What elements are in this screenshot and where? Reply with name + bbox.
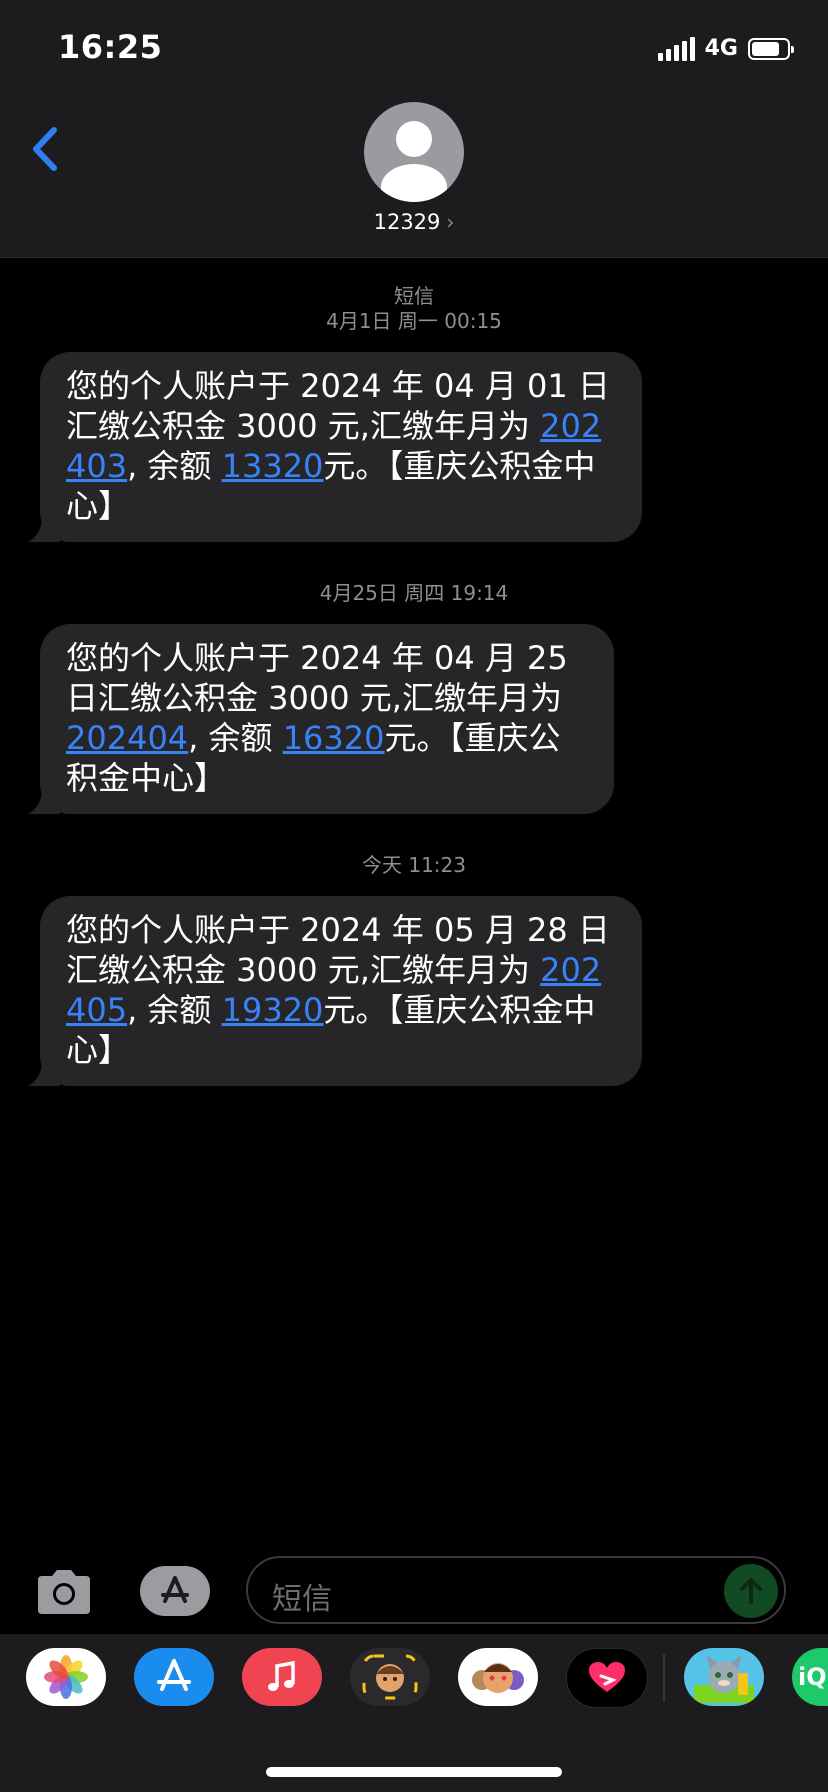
talking-tom-app[interactable] <box>684 1648 764 1706</box>
message-text: 您的个人账户于 2024 年 04 月 25 日汇缴公积金 3000 元,汇缴年… <box>66 639 568 717</box>
chevron-right-icon: › <box>446 210 455 234</box>
message-input-placeholder: 短信 <box>272 1582 332 1617</box>
number-link[interactable]: 19320 <box>222 991 324 1029</box>
contact-name-button[interactable]: 12329 › <box>0 210 828 234</box>
message-text: , 余额 <box>188 719 283 757</box>
tray-divider <box>663 1654 665 1702</box>
chevron-left-icon <box>33 127 57 171</box>
message-service-label: 短信 <box>394 284 434 308</box>
animoji-icon <box>472 1663 524 1693</box>
bubble-tail <box>28 788 60 814</box>
message-timestamp: 4月1日 周一 00:15 <box>326 309 502 333</box>
photos-app[interactable] <box>26 1648 106 1706</box>
message-composer: 短信 <box>0 1540 828 1628</box>
message-timestamp: 今天 11:23 <box>362 853 466 877</box>
memoji-icon <box>362 1654 418 1700</box>
contact-avatar[interactable] <box>364 102 464 202</box>
status-time: 16:25 <box>58 28 163 66</box>
talking-tom-icon <box>694 1655 754 1703</box>
iqiyi-icon: iQ <box>798 1663 827 1691</box>
message-text: , 余额 <box>127 447 222 485</box>
message-bubble[interactable]: 您的个人账户于 2024 年 05 月 28 日汇缴公积金 3000 元,汇缴年… <box>28 896 642 1086</box>
message-timestamp: 4月25日 周四 19:14 <box>319 581 509 605</box>
home-indicator[interactable] <box>266 1767 562 1777</box>
message-text: 您的个人账户于 2024 年 04 月 01 日汇缴公积金 3000 元,汇缴年… <box>66 367 610 445</box>
battery-icon <box>748 37 794 60</box>
digital-touch-icon <box>589 1662 625 1692</box>
message-bubble[interactable]: 您的个人账户于 2024 年 04 月 25 日汇缴公积金 3000 元,汇缴年… <box>28 624 614 814</box>
message-bubble[interactable]: 您的个人账户于 2024 年 04 月 01 日汇缴公积金 3000 元,汇缴年… <box>28 352 642 542</box>
music-app[interactable] <box>242 1648 322 1706</box>
network-type: 4G <box>704 36 738 61</box>
back-button[interactable] <box>30 126 60 176</box>
date-link[interactable]: 202404 <box>66 719 188 757</box>
message-text: 您的个人账户于 2024 年 05 月 28 日汇缴公积金 3000 元,汇缴年… <box>66 911 610 989</box>
music-icon <box>268 1660 295 1691</box>
message-text: , 余额 <box>127 991 222 1029</box>
photos-icon <box>44 1655 88 1699</box>
app-store-icon <box>157 1659 191 1691</box>
arrow-up-icon <box>740 1578 762 1604</box>
number-link[interactable]: 13320 <box>222 447 324 485</box>
conversation-header: 16:25 4G 12329 › <box>0 0 828 258</box>
contact-name: 12329 <box>373 210 441 234</box>
digital-touch-app[interactable] <box>566 1648 648 1708</box>
send-button[interactable] <box>724 1564 778 1618</box>
camera-icon <box>38 1570 90 1614</box>
memoji-app[interactable] <box>350 1648 430 1706</box>
apps-button[interactable] <box>140 1566 210 1616</box>
person-icon <box>381 121 447 202</box>
number-link[interactable]: 16320 <box>283 719 385 757</box>
animoji-app[interactable] <box>458 1648 538 1706</box>
status-indicators: 4G <box>657 36 794 61</box>
message-input[interactable]: 短信 <box>246 1556 786 1624</box>
iqiyi-app[interactable]: iQ <box>792 1648 828 1706</box>
bubble-tail <box>28 1060 60 1086</box>
app-store-icon <box>161 1576 189 1603</box>
cellular-signal-icon <box>657 36 695 61</box>
bubble-tail <box>28 516 60 542</box>
app-store-app[interactable] <box>134 1648 214 1706</box>
camera-button[interactable] <box>34 1568 94 1616</box>
